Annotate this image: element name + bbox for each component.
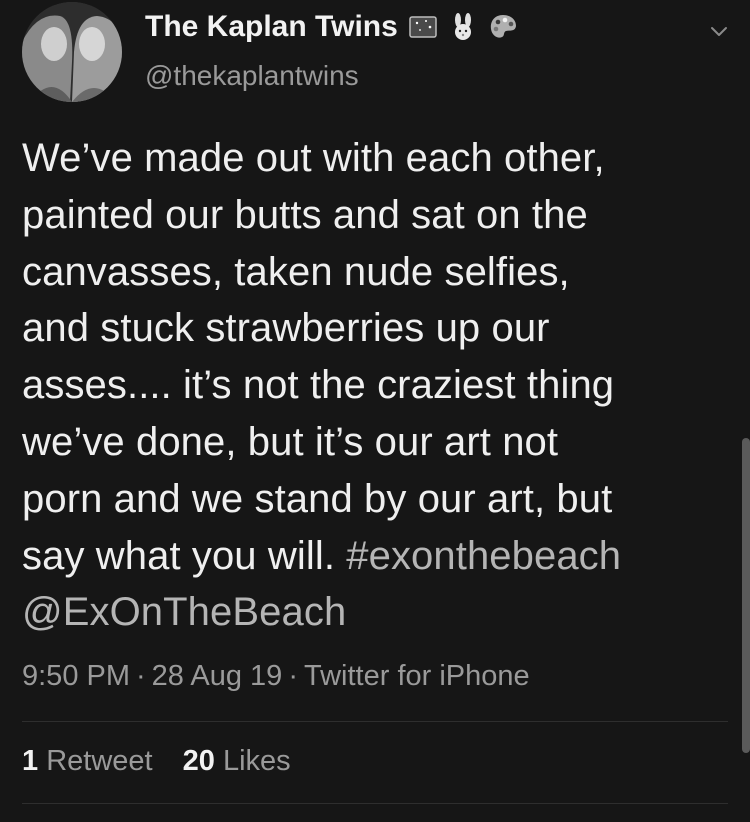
tweet-text-line: and stuck strawberries up our <box>22 306 550 351</box>
scrollbar-thumb[interactable] <box>742 438 750 753</box>
tweet-text-line: painted our butts and sat on the <box>22 192 588 237</box>
retweet-count: 1 <box>22 745 39 777</box>
hashtag-link[interactable]: #exonthebeach <box>346 534 621 578</box>
meta-separator: · <box>136 660 146 692</box>
meta-separator: · <box>288 660 298 692</box>
tweet-detail: The Kaplan Twins @thekaplantwins We’ve m… <box>0 0 750 822</box>
tweet-stats: 1 Retweet 20 Likes <box>22 745 313 778</box>
tweet-source-link[interactable]: Twitter for iPhone <box>304 660 530 692</box>
tweet-text-line: say what you will. #exonthebeach <box>22 528 722 585</box>
bunny-emoji-icon <box>448 12 478 42</box>
retweet-label: Retweet <box>46 745 153 777</box>
tweet-text-line: canvasses, taken nude selfies, <box>22 249 570 294</box>
avatar-photo <box>22 2 122 102</box>
like-count: 20 <box>182 745 215 777</box>
tweet-text-fragment: say what you will. <box>22 533 347 578</box>
tweet-text-line: We’ve made out with each other, <box>22 136 605 180</box>
likes-stat[interactable]: 20 Likes <box>183 745 291 777</box>
display-name[interactable]: The Kaplan Twins <box>145 10 518 44</box>
avatar[interactable] <box>22 2 122 102</box>
tweet-text-line: asses.... it’s not the craziest thing <box>22 363 615 408</box>
artist-palette-emoji-icon <box>488 12 518 42</box>
user-handle[interactable]: @thekaplantwins <box>145 60 359 92</box>
tweet-date: 28 Aug 19 <box>151 660 283 692</box>
tweet-time: 9:50 PM <box>22 660 130 692</box>
chevron-down-icon[interactable] <box>704 16 734 46</box>
retweets-stat[interactable]: 1 Retweet <box>22 745 153 777</box>
tweet-text-line: porn and we stand by our art, but <box>22 476 613 521</box>
tweet-text: We’ve made out with each other, painted … <box>22 130 722 641</box>
tweet-metadata: 9:50 PM · 28 Aug 19 · Twitter for iPhone <box>22 660 530 693</box>
tweet-text-line: @ExOnTheBeach <box>22 584 722 641</box>
display-name-text: The Kaplan Twins <box>145 10 398 43</box>
divider <box>22 721 728 722</box>
tweet-text-line: we’ve done, but it’s our art not <box>22 419 559 464</box>
mention-link[interactable]: @ExOnTheBeach <box>22 590 346 634</box>
night-sky-emoji-icon <box>408 12 438 42</box>
divider <box>22 803 728 804</box>
like-label: Likes <box>222 745 291 777</box>
